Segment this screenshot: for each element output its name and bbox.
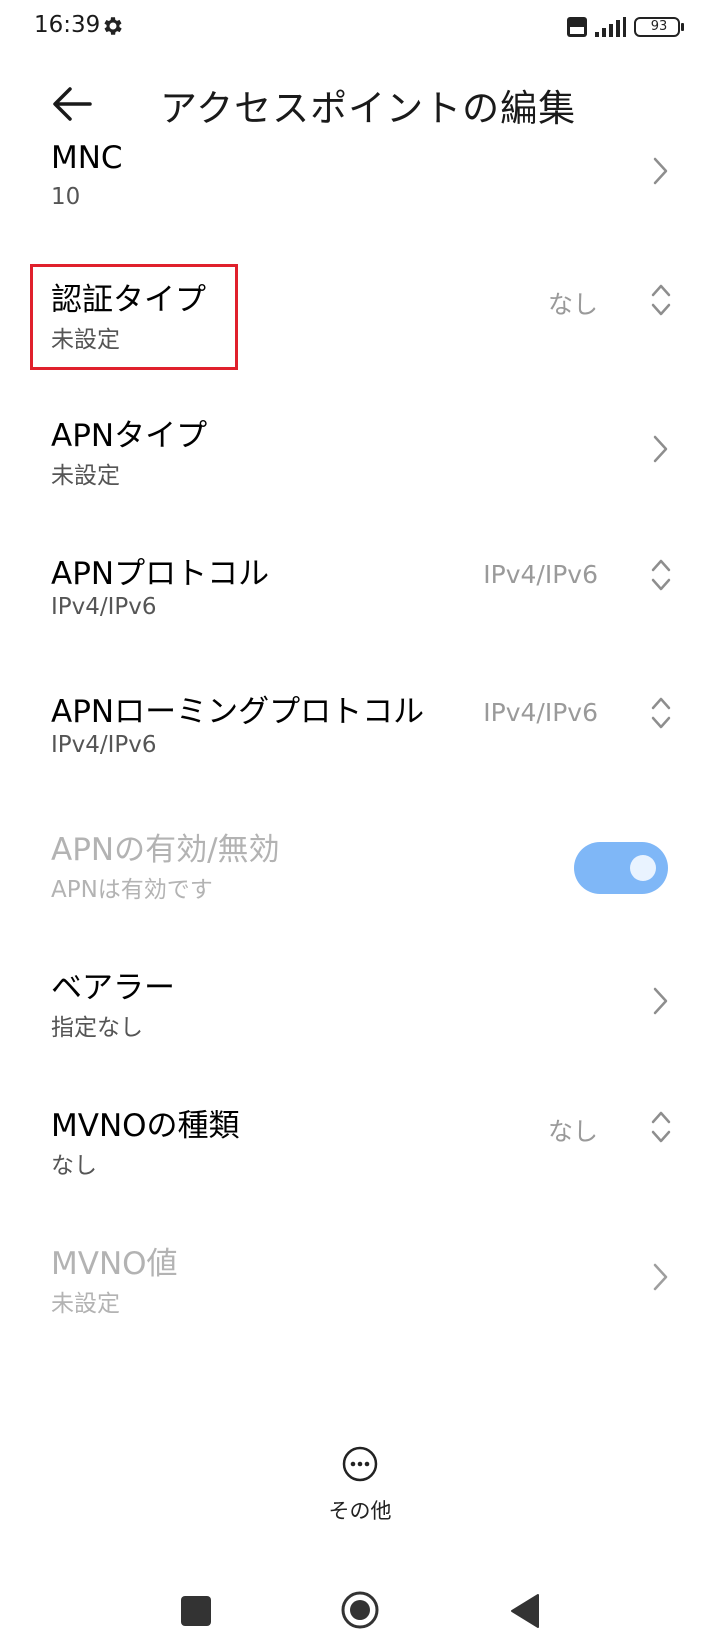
setting-value-sub: 未設定 <box>51 1291 120 1317</box>
setting-value-sub: 10 <box>51 184 81 210</box>
setting-value-sub: IPv4/IPv6 <box>51 732 157 758</box>
highlight-box <box>30 264 238 370</box>
chevron-right-icon <box>653 987 668 1015</box>
setting-label: APNプロトコル <box>51 556 270 592</box>
apn-enable-toggle <box>574 842 668 894</box>
setting-row-apn-type[interactable]: APNタイプ 未設定 <box>0 408 720 546</box>
more-horizontal-icon <box>342 1446 378 1482</box>
setting-label: MNC <box>51 140 123 176</box>
home-circle-icon[interactable] <box>340 1590 380 1630</box>
chevron-right-icon <box>653 157 668 185</box>
setting-current-value: IPv4/IPv6 <box>483 560 598 589</box>
setting-value-sub: 指定なし <box>51 1015 143 1041</box>
more-button[interactable]: その他 <box>320 1445 400 1525</box>
setting-value-sub: なし <box>51 1153 97 1179</box>
setting-value-sub: 未設定 <box>51 463 120 489</box>
setting-row-mvno-value: MVNO値 未設定 <box>0 1236 720 1374</box>
chevron-right-icon <box>653 1263 668 1291</box>
volte-icon <box>567 17 587 37</box>
setting-row-bearer[interactable]: ベアラー 指定なし <box>0 960 720 1098</box>
setting-row-mnc[interactable]: MNC 10 <box>0 140 720 278</box>
setting-row-apn-roaming-protocol[interactable]: APNローミングプロトコル IPv4/IPv6 IPv4/IPv6 <box>0 684 720 822</box>
toggle-knob <box>630 855 656 881</box>
setting-current-value: なし <box>547 1117 598 1146</box>
header: アクセスポイントの編集 <box>0 56 720 146</box>
status-bar: 16:39 93 <box>0 0 720 56</box>
chevron-up-down-icon <box>651 284 671 316</box>
setting-value-sub: IPv4/IPv6 <box>51 594 157 620</box>
back-triangle-icon[interactable] <box>508 1592 542 1630</box>
gear-icon <box>104 17 122 35</box>
arrow-left-icon[interactable] <box>44 76 100 132</box>
chevron-up-down-icon <box>651 697 671 729</box>
chevron-up-down-icon <box>651 1111 671 1143</box>
setting-label: APNローミングプロトコル <box>51 694 425 730</box>
more-label: その他 <box>328 1499 392 1523</box>
chevron-up-down-icon <box>651 559 671 591</box>
setting-label: MVNO値 <box>51 1246 178 1282</box>
battery-level: 93 <box>650 19 668 34</box>
chevron-right-icon <box>653 435 668 463</box>
setting-value-sub: APNは有効です <box>51 877 213 903</box>
setting-row-apn-enable: APNの有効/無効 APNは有効です <box>0 822 720 960</box>
signal-icon <box>595 17 626 37</box>
status-time: 16:39 <box>34 12 101 38</box>
setting-row-mvno-type[interactable]: MVNOの種類 なし なし <box>0 1098 720 1236</box>
setting-label: APNの有効/無効 <box>51 832 280 868</box>
setting-current-value: なし <box>547 290 598 319</box>
recents-square-icon[interactable] <box>181 1596 211 1626</box>
setting-label: APNタイプ <box>51 418 208 454</box>
setting-current-value: IPv4/IPv6 <box>483 698 598 727</box>
navigation-bar <box>0 1560 720 1650</box>
setting-row-apn-protocol[interactable]: APNプロトコル IPv4/IPv6 IPv4/IPv6 <box>0 546 720 684</box>
setting-label: MVNOの種類 <box>51 1108 240 1144</box>
page-title: アクセスポイントの編集 <box>160 87 577 130</box>
setting-label: ベアラー <box>51 970 175 1006</box>
